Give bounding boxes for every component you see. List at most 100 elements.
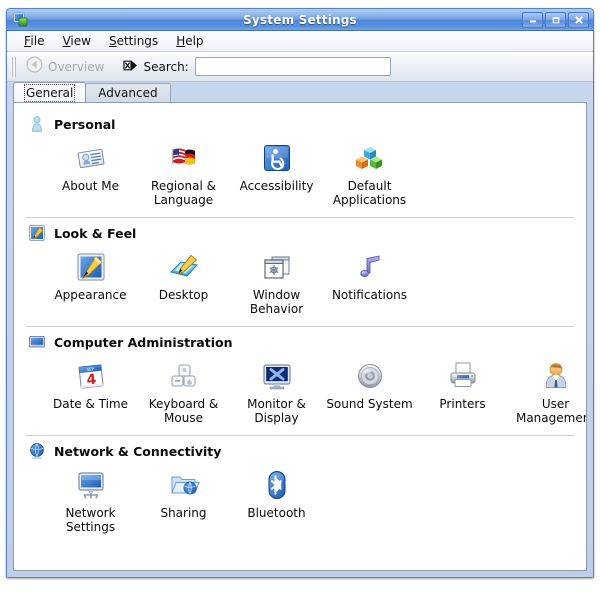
item-label: About Me: [61, 179, 120, 193]
search-area: Search:: [122, 57, 391, 76]
clear-search-icon[interactable]: [122, 57, 138, 76]
item-label: Network Settings: [65, 506, 116, 534]
tab-advanced[interactable]: Advanced: [85, 83, 171, 102]
item-accessibility[interactable]: Accessibility: [230, 141, 323, 207]
menu-view-label: iew: [70, 34, 91, 48]
item-network-settings[interactable]: Network Settings: [44, 468, 137, 534]
item-label: User Management: [515, 397, 586, 425]
search-input[interactable]: [194, 57, 391, 76]
tab-general[interactable]: General: [13, 82, 87, 102]
maximize-button[interactable]: [545, 12, 566, 28]
item-about-me[interactable]: About Me: [44, 141, 137, 207]
menu-settings[interactable]: Settings: [100, 32, 167, 50]
section-items: Network Settings Sharing Bluetooth: [24, 462, 576, 538]
user-icon: [539, 359, 573, 393]
keyboard-mouse-icon: [167, 359, 201, 393]
section-items: Appearance Desktop Window Behavior Notif…: [24, 244, 576, 320]
toolbar: Overview Search:: [7, 52, 593, 82]
item-keyboard-and-mouse[interactable]: Keyboard & Mouse: [137, 359, 230, 425]
section-divider: [26, 326, 574, 327]
item-window-behavior[interactable]: Window Behavior: [230, 250, 323, 316]
cubes-icon: [353, 141, 387, 175]
item-label: Sharing: [160, 506, 207, 520]
overview-label: Overview: [48, 59, 105, 74]
speaker-icon: [353, 359, 387, 393]
calendar-icon: SEP 4: [74, 359, 108, 393]
section-title: Computer Administration: [54, 334, 233, 350]
desktop-pencil-icon: [167, 250, 201, 284]
window-title: System Settings: [243, 12, 357, 27]
display-x-icon: [260, 359, 294, 393]
tab-general-label: General: [23, 83, 76, 102]
section-divider: [26, 217, 574, 218]
toolbar-grip[interactable]: [11, 56, 16, 77]
item-sound-system[interactable]: Sound System: [323, 359, 416, 425]
item-label: Keyboard & Mouse: [148, 397, 219, 425]
system-settings-window: System Settings File View Settings Help: [6, 8, 594, 578]
item-label: Bluetooth: [247, 506, 306, 520]
item-monitor-and-display[interactable]: Monitor & Display: [230, 359, 323, 425]
item-label: Printers: [439, 397, 486, 411]
item-label: Appearance: [54, 288, 127, 302]
section-computer-administration: Computer Administration SEP 4 Date & Tim…: [24, 329, 586, 436]
item-label: Regional & Language: [151, 179, 216, 207]
shared-folder-icon: [167, 468, 201, 502]
printer-icon: [446, 359, 480, 393]
wheelchair-icon: [260, 141, 294, 175]
menu-settings-label: ettings: [116, 34, 159, 48]
item-label: Default Applications: [332, 179, 407, 207]
section-title: Network & Connectivity: [54, 443, 222, 459]
menu-view[interactable]: View: [53, 32, 99, 50]
menu-file-label: ile: [30, 34, 45, 48]
section-header: Look & Feel: [24, 220, 576, 244]
item-sharing[interactable]: Sharing: [137, 468, 230, 534]
section-header: Computer Administration: [24, 329, 576, 353]
menu-help-label: elp: [185, 34, 204, 48]
appearance-brush-icon: [74, 250, 108, 284]
tab-strip: General Advanced: [7, 82, 593, 102]
item-printers[interactable]: Printers: [416, 359, 509, 425]
item-default-applications[interactable]: Default Applications: [323, 141, 416, 207]
windows-stack-icon: [260, 250, 294, 284]
music-note-icon: [353, 250, 387, 284]
item-label: Date & Time: [52, 397, 129, 411]
menu-help[interactable]: Help: [167, 32, 212, 50]
person-bust-icon: [28, 115, 46, 133]
menu-file[interactable]: File: [15, 32, 53, 50]
section-divider: [26, 435, 574, 436]
item-notifications[interactable]: Notifications: [323, 250, 416, 316]
section-items: About Me Regional & Language Accessibili…: [24, 135, 576, 211]
section-personal: Personal About Me Regional & Language Ac…: [24, 111, 576, 218]
item-label: Desktop: [158, 288, 209, 302]
overview-button[interactable]: Overview: [20, 54, 111, 79]
item-label: Window Behavior: [249, 288, 304, 316]
item-date-and-time[interactable]: SEP 4 Date & Time: [44, 359, 137, 425]
appearance-brush-icon: [28, 224, 46, 242]
close-button[interactable]: [568, 12, 589, 28]
network-monitor-icon: [74, 468, 108, 502]
item-bluetooth[interactable]: Bluetooth: [230, 468, 323, 534]
item-user-management[interactable]: User Management: [509, 359, 586, 425]
item-desktop[interactable]: Desktop: [137, 250, 230, 316]
section-title: Personal: [54, 116, 116, 132]
titlebar[interactable]: System Settings: [7, 9, 593, 31]
section-items: SEP 4 Date & Time Keyboard & Mouse Monit…: [24, 353, 586, 429]
item-label: Monitor & Display: [247, 397, 306, 425]
item-label: Accessibility: [239, 179, 314, 193]
flags-icon: [167, 141, 201, 175]
section-header: Personal: [24, 111, 576, 135]
bluetooth-icon: [260, 468, 294, 502]
section-network-connectivity: Network & Connectivity Network Settings …: [24, 438, 576, 538]
item-label: Notifications: [331, 288, 408, 302]
globe-icon: [28, 442, 46, 460]
window-controls: [522, 12, 589, 28]
id-card-icon: [74, 141, 108, 175]
back-arrow-icon: [26, 56, 43, 77]
system-settings-icon: [12, 11, 30, 29]
item-appearance[interactable]: Appearance: [44, 250, 137, 316]
tab-advanced-label: Advanced: [98, 86, 158, 100]
search-label: Search:: [143, 59, 189, 74]
minimize-button[interactable]: [522, 12, 543, 28]
item-label: Sound System: [326, 397, 413, 411]
item-regional-language[interactable]: Regional & Language: [137, 141, 230, 207]
